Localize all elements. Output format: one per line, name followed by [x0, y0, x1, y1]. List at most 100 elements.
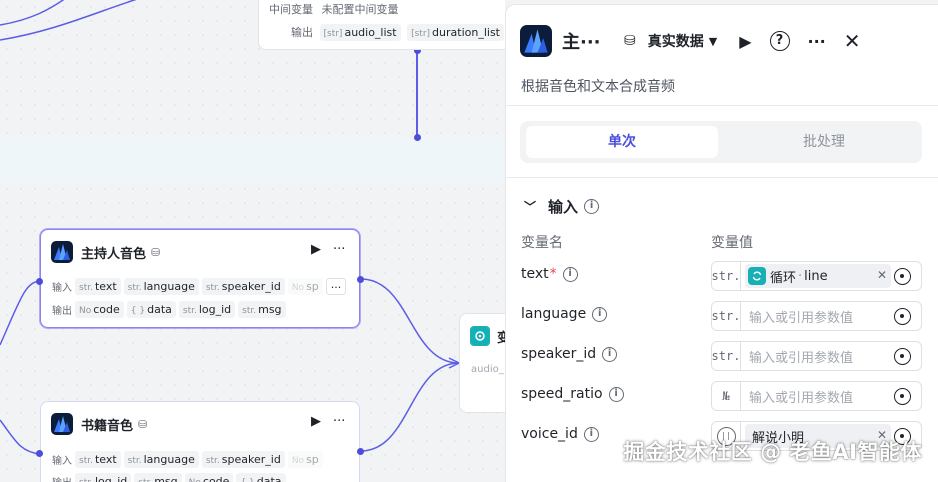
output-tag: [str] audio_list: [319, 24, 401, 41]
close-icon[interactable]: ✕: [844, 29, 861, 53]
workflow-canvas[interactable]: 中间变量 未配置中间变量 输出 [str] audio_list [str] dur…: [0, 0, 505, 482]
host-voice-node[interactable]: 主持人音色 ⛁ ▶ ··· 输入 str. text str. language s…: [40, 229, 360, 328]
param-speed-ratio: speed_ratio i: [521, 386, 624, 402]
input-tag: str. text: [75, 278, 121, 295]
watermark: 掘金技术社区 @ 老鱼AI智能体: [623, 440, 922, 464]
port-host-in[interactable]: [36, 278, 43, 285]
param-speaker-id: speaker_id i: [521, 346, 618, 362]
book-voice-node[interactable]: 书籍音色 ⛁ ▶ ··· 输入 str. text str. language st…: [40, 401, 360, 482]
output-tag: Nocode: [184, 473, 234, 482]
param-language: language i: [521, 306, 608, 322]
data-source-label: 真实数据: [647, 34, 704, 50]
data-source-select[interactable]: 真实数据 ▼: [648, 31, 717, 51]
reference-icon[interactable]: [894, 268, 911, 285]
info-icon: i: [602, 346, 618, 362]
more-icon[interactable]: ···: [333, 242, 345, 257]
param-name: text: [521, 266, 549, 282]
ref-node: 循环: [770, 270, 797, 286]
output-label: 输出: [52, 474, 72, 482]
required-mark: *: [549, 266, 557, 282]
loop-icon: [748, 267, 766, 285]
port-host-out[interactable]: [357, 276, 364, 283]
node-title: 书籍音色: [81, 418, 134, 434]
input-tag: str. language: [123, 278, 199, 295]
reference-icon[interactable]: [894, 308, 911, 325]
more-inputs-tag[interactable]: ···: [325, 278, 347, 295]
input-label: 输入: [52, 283, 72, 294]
help-icon[interactable]: ?: [769, 31, 790, 51]
panel-title[interactable]: 主···: [562, 28, 601, 54]
info-icon: i: [608, 386, 624, 402]
variable-node[interactable]: 变 audio_: [459, 313, 505, 413]
loop-node[interactable]: 中间变量 未配置中间变量 输出 [str] audio_list [str] dur…: [258, 0, 505, 50]
run-icon[interactable]: ▶: [311, 242, 321, 257]
param-speaker-id-field[interactable]: str. 输入或引用参数值: [711, 341, 922, 371]
param-name: speed_ratio: [521, 386, 603, 402]
mode-tabs: 单次 批处理: [520, 121, 922, 163]
param-voice-id: voice_id i: [521, 426, 599, 442]
intermediate-row: 中间变量 未配置中间变量: [269, 1, 399, 17]
reference-icon[interactable]: [894, 388, 911, 405]
info-icon: i: [592, 306, 608, 322]
node-title: 主持人音色: [81, 246, 147, 262]
output-tag: [str] duration_list: [407, 24, 504, 41]
tab-single[interactable]: 单次: [526, 126, 718, 158]
col-value-header: 变量值: [711, 235, 753, 251]
panel-toolbar: ⛁ 真实数据 ▼ ▶ ? ··· ✕: [624, 29, 879, 53]
node-header: 主持人音色 ⛁: [51, 240, 160, 264]
port-book-in[interactable]: [36, 450, 43, 457]
output-tag: str.msg: [134, 473, 182, 482]
output-tag: Nocode: [75, 301, 124, 318]
reference-chip[interactable]: 循环 · line ✕: [745, 264, 891, 288]
more-icon[interactable]: ···: [333, 414, 345, 429]
param-language-field[interactable]: str. 输入或引用参数值: [711, 301, 922, 331]
col-name-header: 变量名: [521, 235, 563, 251]
input-tag: str. language: [123, 451, 199, 468]
output-label: 输出: [291, 26, 313, 39]
output-tag: str.msg: [238, 301, 286, 318]
port-loop-end[interactable]: [414, 134, 421, 141]
tts-plugin-icon: [520, 25, 552, 57]
variable-icon: [470, 326, 490, 346]
param-text: text * i: [521, 266, 578, 282]
input-label: 输入: [52, 456, 72, 467]
divider: [506, 177, 938, 178]
node-header: 变: [470, 326, 505, 346]
ref-separator: ·: [798, 268, 803, 284]
node-sub: audio_: [471, 364, 504, 375]
inputs-row: 输入 str. text str. language str. speaker_id …: [52, 278, 347, 295]
reference-icon[interactable]: [894, 348, 911, 365]
plugin-icon: ⛁: [138, 417, 148, 431]
input-tag: str. speaker_id: [201, 278, 285, 295]
tab-batch[interactable]: 批处理: [728, 126, 920, 158]
output-row: 输出 [str] audio_list [str] duration_list: [291, 24, 504, 41]
param-speed-ratio-field[interactable]: № 输入或引用参数值: [711, 381, 922, 411]
node-title: 变: [497, 330, 505, 346]
section-title: 输入: [548, 198, 579, 216]
output-tag: { }data: [126, 301, 176, 318]
input-tag: str. speaker_id: [201, 451, 285, 468]
run-icon[interactable]: ▶: [739, 32, 751, 51]
run-icon[interactable]: ▶: [311, 414, 321, 429]
ref-var: line: [804, 268, 828, 284]
more-icon[interactable]: ···: [808, 32, 826, 51]
output-label: 输出: [52, 306, 72, 317]
node-detail-panel: 主··· ⛁ 真实数据 ▼ ▶ ? ··· ✕ 根据音色和文本合成音频 单次 批…: [505, 4, 938, 482]
intermediate-value: 未配置中间变量: [321, 3, 399, 16]
param-text-field[interactable]: str. 循环 · line ✕: [711, 261, 922, 291]
intermediate-label: 中间变量: [269, 3, 313, 16]
param-name: voice_id: [521, 426, 578, 442]
divider: [506, 105, 938, 106]
chevron-down-icon: ﹀: [524, 200, 537, 214]
outputs-row: 输出 No code { } data str. log_id str. msg: [52, 301, 286, 318]
tts-plugin-icon: [51, 241, 73, 263]
output-tag: { }data: [236, 473, 286, 482]
input-tag: str. text: [75, 451, 121, 468]
plugin-icon: ⛁: [151, 245, 161, 259]
input-section-header[interactable]: ﹀ 输入 i: [524, 196, 600, 217]
input-tag: No sp: [287, 451, 323, 468]
clear-icon[interactable]: ✕: [877, 268, 887, 282]
type-label: str.: [712, 342, 741, 370]
panel-description: 根据音色和文本合成音频: [521, 79, 675, 95]
port-book-out[interactable]: [357, 448, 364, 455]
